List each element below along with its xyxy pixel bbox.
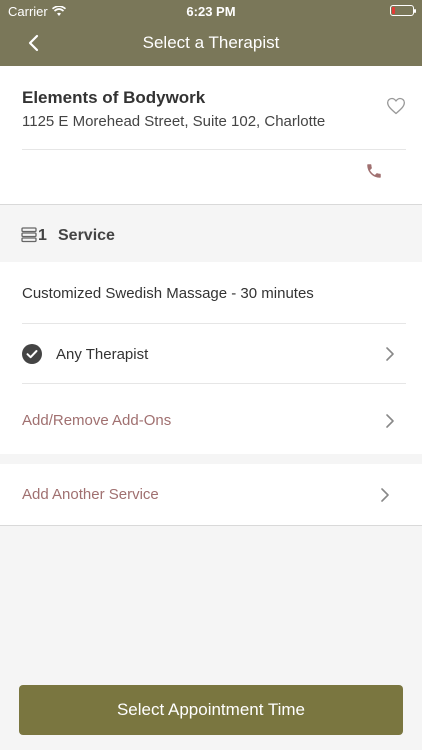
service-count: 1 — [38, 227, 47, 244]
chevron-right-icon — [381, 488, 389, 502]
addons-row[interactable]: Add/Remove Add-Ons — [0, 384, 422, 454]
chevron-right-icon — [386, 347, 394, 361]
phone-icon — [367, 164, 381, 178]
battery-icon — [390, 5, 416, 16]
service-name: Customized Swedish Massage - 30 minutes — [22, 285, 314, 302]
addons-label: Add/Remove Add-Ons — [22, 412, 172, 429]
therapist-label: Any Therapist — [56, 346, 149, 363]
location-card: Elements of Bodywork 1125 E Morehead Str… — [0, 66, 422, 205]
favorite-button[interactable] — [386, 96, 406, 116]
stack-icon — [21, 227, 37, 243]
status-bar: Carrier 6:23 PM — [0, 0, 422, 22]
checkmark-circle-icon — [22, 344, 42, 364]
nav-header: Carrier 6:23 PM Select a Therapist — [0, 0, 422, 66]
call-button[interactable] — [365, 162, 385, 182]
add-another-separator — [0, 525, 422, 526]
page-title: Select a Therapist — [142, 33, 280, 52]
add-another-service-row[interactable]: Add Another Service — [0, 464, 422, 525]
heart-outline-icon — [387, 97, 405, 115]
service-card: Customized Swedish Massage - 30 minutes … — [0, 262, 422, 454]
battery-level — [392, 7, 395, 14]
therapist-row[interactable]: Any Therapist — [0, 324, 422, 384]
section-separator — [0, 204, 422, 205]
status-time: 6:23 PM — [186, 4, 236, 19]
location-name: Elements of Bodywork — [22, 88, 206, 107]
location-divider — [22, 149, 406, 150]
chevron-right-icon — [386, 414, 394, 428]
select-appointment-time-button[interactable]: Select Appointment Time — [19, 685, 403, 735]
service-section-label: Service — [58, 227, 115, 244]
service-section-header: 1 Service — [0, 206, 422, 262]
location-address: 1125 E Morehead Street, Suite 102, Charl… — [22, 113, 326, 130]
add-another-service-label: Add Another Service — [22, 486, 159, 503]
